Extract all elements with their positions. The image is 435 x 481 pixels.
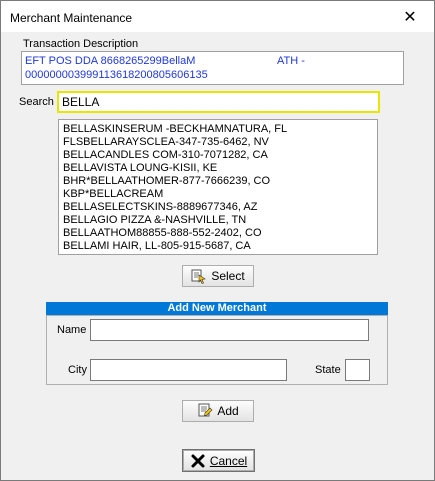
state-field[interactable] bbox=[345, 359, 370, 381]
title-bar: Merchant Maintenance ✕ bbox=[1, 1, 434, 32]
add-icon bbox=[197, 403, 213, 419]
add-button-label: Add bbox=[217, 404, 239, 418]
list-item[interactable]: BELLASELECTSKINS-8889677346, AZ bbox=[63, 201, 257, 213]
list-item[interactable]: BHR*BELLAATHOMER-877-7666239, CO bbox=[63, 175, 270, 187]
search-label: Search bbox=[19, 96, 54, 108]
transaction-line2: 000000003999113618200805606135 bbox=[25, 69, 208, 81]
cancel-button[interactable]: Cancel bbox=[182, 449, 255, 472]
list-item[interactable]: KBP*BELLACREAM bbox=[63, 188, 163, 200]
name-field[interactable] bbox=[90, 319, 369, 341]
add-button[interactable]: Add bbox=[182, 400, 254, 422]
list-item[interactable]: FLSBELLARAYSCLEA-347-735-6462, NV bbox=[63, 136, 269, 148]
list-item[interactable]: BELLAGIO PIZZA &-NASHVILLE, TN bbox=[63, 214, 246, 226]
select-button-label: Select bbox=[211, 269, 245, 283]
close-button[interactable]: ✕ bbox=[386, 1, 434, 32]
select-icon bbox=[191, 268, 207, 284]
list-item[interactable]: BELLAVISTA LOUNG-KISII, KE bbox=[63, 162, 217, 174]
window-title: Merchant Maintenance bbox=[10, 11, 133, 25]
cancel-button-label: Cancel bbox=[209, 453, 248, 468]
search-input[interactable] bbox=[57, 91, 380, 113]
name-label: Name bbox=[57, 324, 87, 336]
list-item[interactable]: BELLAMI HAIR, LL-805-915-5687, CA bbox=[63, 240, 251, 252]
transaction-description-box: EFT POS DDA 8668265299BellaM ATH - 00000… bbox=[21, 51, 404, 85]
state-label: State bbox=[315, 364, 341, 376]
merchant-maintenance-window: Merchant Maintenance ✕ Transaction Descr… bbox=[0, 0, 435, 481]
transaction-description-label: Transaction Description bbox=[23, 38, 139, 50]
select-button[interactable]: Select bbox=[182, 265, 254, 287]
list-item[interactable]: BELLASKINSERUM -BECKHAMNATURA, FL bbox=[63, 123, 287, 135]
cancel-x-icon bbox=[190, 453, 206, 469]
add-new-merchant-header: Add New Merchant bbox=[46, 302, 388, 315]
transaction-line1-left: EFT POS DDA 8668265299BellaM bbox=[25, 55, 196, 67]
list-item[interactable]: BELLAATHOM88855-888-552-2402, CO bbox=[63, 227, 262, 239]
close-icon: ✕ bbox=[403, 8, 417, 26]
city-label: City bbox=[68, 364, 87, 376]
city-field[interactable] bbox=[90, 359, 287, 381]
list-item[interactable]: BELLACANDLES COM-310-7071282, CA bbox=[63, 149, 268, 161]
transaction-line1-right: ATH - bbox=[277, 55, 305, 67]
merchant-results-list[interactable]: BELLASKINSERUM -BECKHAMNATURA, FL FLSBEL… bbox=[58, 119, 378, 255]
